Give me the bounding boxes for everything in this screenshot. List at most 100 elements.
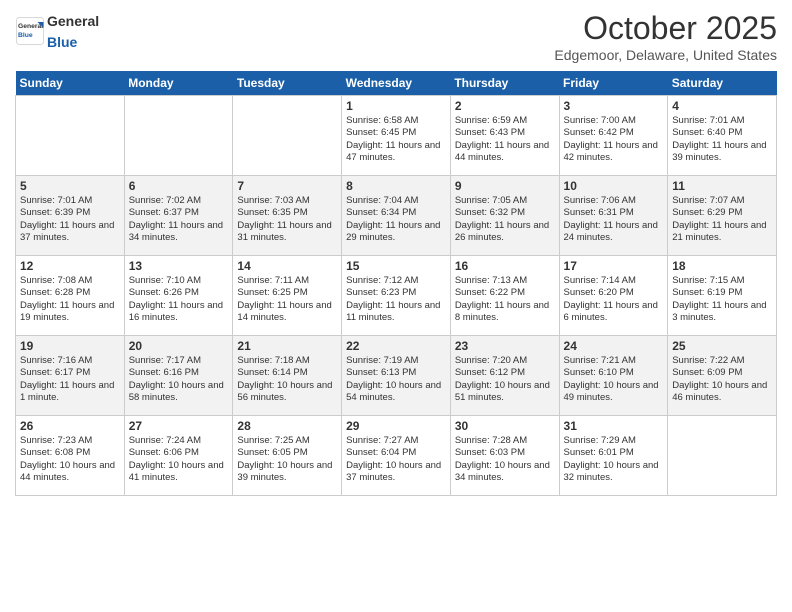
cell-text: Sunset: 6:20 PM (564, 287, 664, 299)
cell-text: Sunrise: 7:04 AM (346, 195, 446, 207)
day-number-3-2: 21 (237, 339, 337, 353)
cell-0-5: 3Sunrise: 7:00 AMSunset: 6:42 PMDaylight… (559, 96, 668, 176)
logo-text: General Blue (47, 10, 99, 52)
cell-text: Daylight: 11 hours and 26 minutes. (455, 220, 555, 245)
col-thursday: Thursday (450, 71, 559, 96)
day-number-3-6: 25 (672, 339, 772, 353)
cell-text: Sunrise: 7:13 AM (455, 275, 555, 287)
calendar-table: Sunday Monday Tuesday Wednesday Thursday… (15, 71, 777, 496)
day-number-0-4: 2 (455, 99, 555, 113)
cell-text: Sunset: 6:10 PM (564, 367, 664, 379)
cell-2-6: 18Sunrise: 7:15 AMSunset: 6:19 PMDayligh… (668, 256, 777, 336)
cell-text: Sunset: 6:43 PM (455, 127, 555, 139)
week-row-1: 5Sunrise: 7:01 AMSunset: 6:39 PMDaylight… (16, 176, 777, 256)
cell-text: Daylight: 11 hours and 11 minutes. (346, 300, 446, 325)
cell-text: Daylight: 11 hours and 31 minutes. (237, 220, 337, 245)
cell-2-4: 16Sunrise: 7:13 AMSunset: 6:22 PMDayligh… (450, 256, 559, 336)
cell-2-2: 14Sunrise: 7:11 AMSunset: 6:25 PMDayligh… (233, 256, 342, 336)
cell-text: Daylight: 11 hours and 3 minutes. (672, 300, 772, 325)
cell-text: Daylight: 10 hours and 51 minutes. (455, 380, 555, 405)
cell-text: Daylight: 10 hours and 41 minutes. (129, 460, 229, 485)
day-number-0-6: 4 (672, 99, 772, 113)
cell-text: Sunrise: 7:28 AM (455, 435, 555, 447)
day-number-2-0: 12 (20, 259, 120, 273)
cell-text: Sunrise: 7:16 AM (20, 355, 120, 367)
svg-text:Blue: Blue (18, 32, 33, 39)
col-tuesday: Tuesday (233, 71, 342, 96)
cell-text: Sunset: 6:09 PM (672, 367, 772, 379)
cell-4-6 (668, 416, 777, 496)
col-sunday: Sunday (16, 71, 125, 96)
cell-text: Daylight: 10 hours and 32 minutes. (564, 460, 664, 485)
cell-text: Sunrise: 7:10 AM (129, 275, 229, 287)
cell-text: Sunset: 6:28 PM (20, 287, 120, 299)
cell-3-6: 25Sunrise: 7:22 AMSunset: 6:09 PMDayligh… (668, 336, 777, 416)
cell-1-4: 9Sunrise: 7:05 AMSunset: 6:32 PMDaylight… (450, 176, 559, 256)
day-number-3-4: 23 (455, 339, 555, 353)
week-row-2: 12Sunrise: 7:08 AMSunset: 6:28 PMDayligh… (16, 256, 777, 336)
cell-0-6: 4Sunrise: 7:01 AMSunset: 6:40 PMDaylight… (668, 96, 777, 176)
day-number-3-0: 19 (20, 339, 120, 353)
cell-1-5: 10Sunrise: 7:06 AMSunset: 6:31 PMDayligh… (559, 176, 668, 256)
week-row-0: 1Sunrise: 6:58 AMSunset: 6:45 PMDaylight… (16, 96, 777, 176)
cell-2-1: 13Sunrise: 7:10 AMSunset: 6:26 PMDayligh… (124, 256, 233, 336)
cell-2-0: 12Sunrise: 7:08 AMSunset: 6:28 PMDayligh… (16, 256, 125, 336)
day-number-2-1: 13 (129, 259, 229, 273)
cell-text: Sunset: 6:34 PM (346, 207, 446, 219)
cell-text: Daylight: 11 hours and 6 minutes. (564, 300, 664, 325)
cell-1-6: 11Sunrise: 7:07 AMSunset: 6:29 PMDayligh… (668, 176, 777, 256)
cell-text: Daylight: 11 hours and 21 minutes. (672, 220, 772, 245)
cell-text: Sunrise: 7:01 AM (20, 195, 120, 207)
cell-text: Sunset: 6:22 PM (455, 287, 555, 299)
day-number-0-3: 1 (346, 99, 446, 113)
cell-text: Sunset: 6:17 PM (20, 367, 120, 379)
day-number-3-1: 20 (129, 339, 229, 353)
cell-text: Sunset: 6:05 PM (237, 447, 337, 459)
cell-text: Daylight: 10 hours and 58 minutes. (129, 380, 229, 405)
day-number-4-0: 26 (20, 419, 120, 433)
cell-text: Sunset: 6:14 PM (237, 367, 337, 379)
cell-text: Daylight: 10 hours and 46 minutes. (672, 380, 772, 405)
cell-text: Sunrise: 7:00 AM (564, 115, 664, 127)
day-number-3-3: 22 (346, 339, 446, 353)
logo-general: General (47, 13, 99, 29)
day-number-4-4: 30 (455, 419, 555, 433)
day-number-2-2: 14 (237, 259, 337, 273)
day-number-1-5: 10 (564, 179, 664, 193)
cell-text: Sunset: 6:40 PM (672, 127, 772, 139)
cell-0-2 (233, 96, 342, 176)
cell-4-0: 26Sunrise: 7:23 AMSunset: 6:08 PMDayligh… (16, 416, 125, 496)
col-wednesday: Wednesday (342, 71, 451, 96)
day-number-0-5: 3 (564, 99, 664, 113)
cell-text: Sunset: 6:19 PM (672, 287, 772, 299)
cell-text: Sunrise: 7:15 AM (672, 275, 772, 287)
cell-3-1: 20Sunrise: 7:17 AMSunset: 6:16 PMDayligh… (124, 336, 233, 416)
cell-text: Sunrise: 6:59 AM (455, 115, 555, 127)
day-number-4-5: 31 (564, 419, 664, 433)
cell-text: Daylight: 10 hours and 44 minutes. (20, 460, 120, 485)
cell-text: Daylight: 10 hours and 56 minutes. (237, 380, 337, 405)
cell-text: Sunset: 6:32 PM (455, 207, 555, 219)
cell-2-5: 17Sunrise: 7:14 AMSunset: 6:20 PMDayligh… (559, 256, 668, 336)
cell-text: Sunrise: 7:06 AM (564, 195, 664, 207)
day-number-4-1: 27 (129, 419, 229, 433)
logo: General Blue General Blue (15, 10, 99, 52)
cell-text: Sunrise: 7:03 AM (237, 195, 337, 207)
cell-text: Sunrise: 7:29 AM (564, 435, 664, 447)
day-number-2-5: 17 (564, 259, 664, 273)
cell-text: Sunset: 6:03 PM (455, 447, 555, 459)
cell-text: Daylight: 10 hours and 37 minutes. (346, 460, 446, 485)
logo-blue: Blue (47, 34, 77, 50)
cell-text: Sunrise: 6:58 AM (346, 115, 446, 127)
cell-text: Daylight: 11 hours and 44 minutes. (455, 140, 555, 165)
cell-3-5: 24Sunrise: 7:21 AMSunset: 6:10 PMDayligh… (559, 336, 668, 416)
month-title: October 2025 (554, 10, 777, 47)
header: General Blue General Blue October 2025 E… (15, 10, 777, 63)
cell-text: Daylight: 10 hours and 34 minutes. (455, 460, 555, 485)
cell-text: Sunrise: 7:02 AM (129, 195, 229, 207)
cell-text: Daylight: 10 hours and 39 minutes. (237, 460, 337, 485)
cell-text: Sunrise: 7:24 AM (129, 435, 229, 447)
cell-4-5: 31Sunrise: 7:29 AMSunset: 6:01 PMDayligh… (559, 416, 668, 496)
week-row-3: 19 Sunrise: 7:16 AMSunset: 6:17 PM Dayligh… (16, 336, 777, 416)
day-number-1-0: 5 (20, 179, 120, 193)
